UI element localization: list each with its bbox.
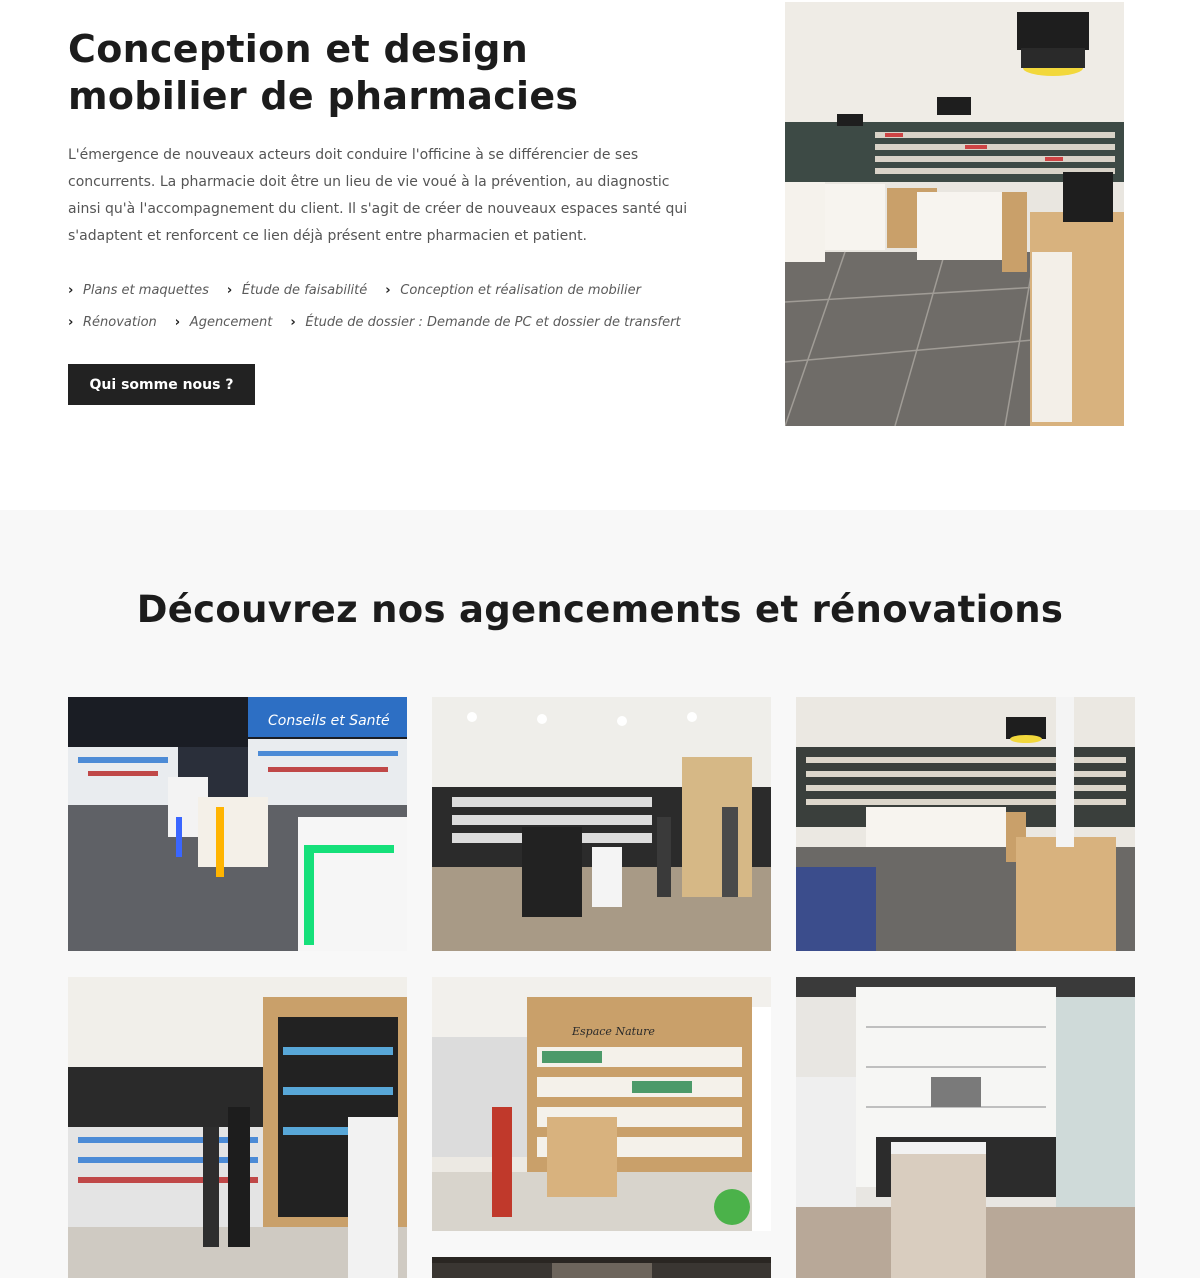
services-row-1: › Plans et maquettes › Étude de faisabilit…	[68, 280, 768, 300]
gallery-image-counters-neon[interactable]: Conseils et Santé	[68, 697, 407, 951]
service-label: Rénovation	[83, 314, 157, 330]
gallery-image-shelves-customers[interactable]	[68, 977, 407, 1278]
pharmacy-counters-neon-photo: Conseils et Santé	[68, 697, 407, 951]
hero-section: Conception et design mobilier de pharmac…	[0, 0, 1200, 510]
service-item: › Agencement	[175, 315, 273, 330]
services-row-2: › Rénovation › Agencement › Étude de dossie…	[68, 312, 768, 332]
pharmacy-espace-nature-photo: Espace Nature	[432, 977, 771, 1231]
service-label: Agencement	[189, 314, 273, 330]
chevron-right-icon: ›	[226, 282, 233, 298]
service-label: Étude de dossier : Demande de PC et doss…	[305, 314, 681, 330]
service-label: Étude de faisabilité	[241, 282, 368, 298]
gallery-title: Découvrez nos agencements et rénovations	[136, 588, 1064, 631]
service-item: › Conception et réalisation de mobilier	[385, 283, 641, 298]
gallery-image-counters-lamps[interactable]	[796, 697, 1135, 951]
chevron-right-icon: ›	[68, 282, 74, 298]
gallery-image-store-customers[interactable]	[432, 697, 771, 951]
page-title: Conception et design mobilier de pharmac…	[68, 26, 708, 120]
sign-text: Espace Nature	[571, 1025, 655, 1038]
gallery-image-white-furniture[interactable]	[796, 977, 1135, 1278]
chevron-right-icon: ›	[68, 314, 74, 330]
service-item: › Étude de faisabilité	[227, 283, 367, 298]
chevron-right-icon: ›	[385, 282, 391, 298]
service-item: › Plans et maquettes	[68, 283, 209, 298]
service-item: › Rénovation	[68, 315, 157, 330]
about-us-button[interactable]: Qui somme nous ?	[68, 364, 255, 405]
chevron-right-icon: ›	[290, 314, 296, 330]
service-label: Plans et maquettes	[83, 282, 209, 298]
service-label: Conception et réalisation de mobilier	[400, 282, 641, 298]
page-title-line1: Conception et design	[68, 27, 529, 71]
service-item: › Étude de dossier : Demande de PC et dos…	[290, 315, 680, 330]
pharmacy-partial-photo	[432, 1257, 771, 1278]
pharmacy-store-customers-photo	[432, 697, 771, 951]
pharmacy-counters-lamps-photo	[796, 697, 1135, 951]
chevron-right-icon: ›	[174, 314, 181, 330]
page-title-line2: mobilier de pharmacies	[68, 74, 579, 118]
intro-paragraph: L'émergence de nouveaux acteurs doit con…	[68, 147, 688, 244]
gallery-image-partial[interactable]	[432, 1257, 771, 1278]
sign-text: Conseils et Santé	[268, 713, 390, 729]
pharmacy-interior-photo	[785, 2, 1124, 426]
pharmacy-white-furniture-photo	[796, 977, 1135, 1278]
services-list: › Plans et maquettes › Étude de faisabilit…	[68, 280, 768, 344]
pharmacy-shelves-customers-photo	[68, 977, 407, 1278]
gallery-image-espace-nature[interactable]: Espace Nature	[432, 977, 771, 1231]
gallery-section: Découvrez nos agencements et rénovations…	[0, 510, 1200, 1278]
